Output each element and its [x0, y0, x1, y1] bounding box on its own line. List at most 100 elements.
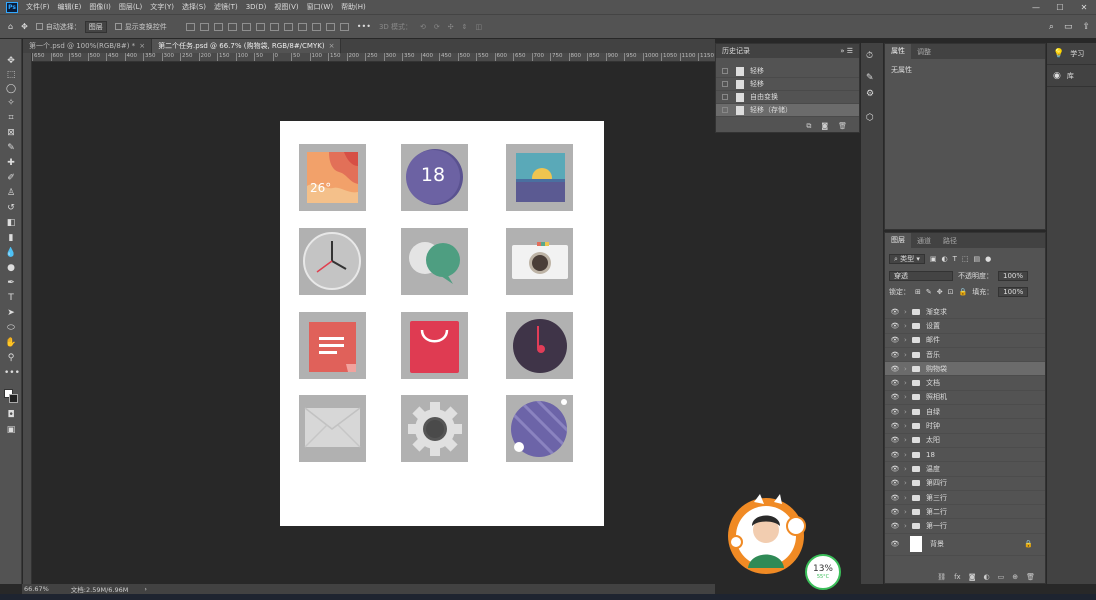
expand-arrow-icon[interactable]: ›: [904, 322, 910, 330]
3d-panel-icon[interactable]: ⬡: [866, 113, 874, 123]
tab-document-2[interactable]: 第二个任务.psd @ 66.7% (购物袋, RGB/8#/CMYK) ×: [152, 39, 342, 53]
add-mask-icon[interactable]: ◙: [969, 573, 976, 581]
snapshot-camera-icon[interactable]: ◙: [821, 122, 828, 130]
visibility-eye-icon[interactable]: 👁: [888, 336, 902, 344]
layer-group-row[interactable]: 👁 › 太阳: [885, 434, 1045, 448]
align-top-icon[interactable]: [227, 22, 237, 31]
layer-group-row[interactable]: 👁 › 温度: [885, 462, 1045, 477]
new-layer-icon[interactable]: ⊕: [1012, 573, 1018, 581]
visibility-eye-icon[interactable]: 👁: [888, 479, 902, 487]
tab-paths[interactable]: 路径: [937, 236, 963, 246]
lock-artboard-icon[interactable]: ⊡: [948, 288, 954, 296]
expand-arrow-icon[interactable]: ›: [904, 479, 910, 487]
path-selection-icon[interactable]: ➤: [4, 307, 18, 320]
history-brush-icon[interactable]: ↺: [4, 202, 18, 215]
brush-settings-icon[interactable]: ✎: [866, 73, 874, 83]
visibility-eye-icon[interactable]: 👁: [888, 365, 902, 373]
layer-group-row[interactable]: 👁 › 时钟: [885, 419, 1045, 434]
maximize-icon[interactable]: ☐: [1048, 3, 1072, 12]
tab-properties[interactable]: 属性: [885, 44, 911, 59]
more-options-icon[interactable]: •••: [357, 22, 371, 31]
mascot-avatar[interactable]: [722, 492, 810, 580]
history-item[interactable]: 自由变换: [716, 91, 859, 104]
zoom-level[interactable]: 66.67%: [24, 585, 49, 593]
cpu-meter[interactable]: 13% 55°C: [805, 554, 841, 590]
adjustments-icon[interactable]: ⚙: [866, 89, 874, 99]
distribute-v-icon[interactable]: [297, 22, 307, 31]
menu-window[interactable]: 窗口(W): [307, 2, 333, 12]
type-tool-icon[interactable]: T: [4, 292, 18, 305]
menu-layer[interactable]: 图层(L): [119, 2, 142, 12]
layer-style-icon[interactable]: fx: [954, 573, 961, 581]
share-icon[interactable]: ⇪: [1082, 22, 1090, 32]
visibility-eye-icon[interactable]: 👁: [888, 465, 902, 473]
visibility-eye-icon[interactable]: 👁: [888, 393, 902, 401]
eraser-tool-icon[interactable]: ◧: [4, 217, 18, 230]
delete-layer-icon[interactable]: 🗑: [1026, 573, 1035, 581]
history-item[interactable]: 轻移: [716, 65, 859, 78]
tab-document-1[interactable]: 第一个.psd @ 100%(RGB/8#) * ×: [23, 39, 153, 53]
minimize-icon[interactable]: —: [1024, 3, 1048, 12]
home-icon[interactable]: ⌂: [8, 22, 13, 31]
layer-group-row[interactable]: 👁 › 第四行: [885, 477, 1045, 491]
menu-edit[interactable]: 编辑(E): [58, 2, 82, 12]
document-size[interactable]: 文档:2.59M/6.96M: [71, 584, 129, 594]
distribute-y-icon[interactable]: [339, 22, 349, 31]
expand-arrow-icon[interactable]: ›: [904, 465, 910, 473]
expand-arrow-icon[interactable]: ›: [904, 393, 910, 401]
frame-tool-icon[interactable]: ⊠: [4, 127, 18, 140]
expand-arrow-icon[interactable]: ›: [904, 379, 910, 387]
edit-toolbar-icon[interactable]: •••: [4, 367, 20, 380]
hand-tool-icon[interactable]: ✋: [4, 337, 18, 350]
lasso-tool-icon[interactable]: ◯: [4, 83, 18, 96]
visibility-eye-icon[interactable]: 👁: [888, 308, 902, 316]
gradient-tool-icon[interactable]: ▮: [4, 232, 18, 245]
expand-arrow-icon[interactable]: ›: [904, 408, 910, 416]
lock-paint-icon[interactable]: ✎: [926, 288, 932, 296]
brush-tool-icon[interactable]: ✐: [4, 172, 18, 185]
status-arrow-icon[interactable]: ›: [144, 585, 147, 593]
zoom-tool-icon[interactable]: ⚲: [4, 352, 18, 365]
visibility-eye-icon[interactable]: 👁: [888, 436, 902, 444]
link-layers-icon[interactable]: ⛓: [937, 573, 946, 581]
3d-roll-icon[interactable]: ⟳: [434, 23, 440, 31]
pen-tool-icon[interactable]: ✒: [4, 277, 18, 290]
visibility-eye-icon[interactable]: 👁: [888, 422, 902, 430]
layer-group-row[interactable]: 👁 › 第三行: [885, 491, 1045, 506]
filter-shape-icon[interactable]: ⬚: [962, 255, 969, 263]
new-adjustment-icon[interactable]: ◐: [984, 573, 990, 581]
expand-arrow-icon[interactable]: ›: [904, 494, 910, 502]
layer-background[interactable]: 👁 背景 🔒: [885, 534, 1045, 556]
library-button[interactable]: ◉ 库: [1047, 65, 1096, 87]
visibility-eye-icon[interactable]: 👁: [888, 379, 902, 387]
tab-channels[interactable]: 通道: [911, 236, 937, 246]
expand-arrow-icon[interactable]: ›: [904, 308, 910, 316]
visibility-eye-icon[interactable]: 👁: [888, 508, 902, 516]
layer-group-row[interactable]: 👁 › 文档: [885, 376, 1045, 391]
auto-select-dropdown[interactable]: 图层: [84, 20, 107, 33]
close-icon[interactable]: ✕: [1072, 3, 1096, 12]
stamp-tool-icon[interactable]: ♙: [4, 187, 18, 200]
expand-arrow-icon[interactable]: ›: [904, 422, 910, 430]
menu-3d[interactable]: 3D(D): [246, 3, 267, 11]
layer-group-row[interactable]: 👁 › 购物袋: [885, 362, 1045, 377]
menu-help[interactable]: 帮助(H): [341, 2, 366, 12]
distribute-w-icon[interactable]: [311, 22, 321, 31]
lock-all-icon[interactable]: 🔒: [959, 288, 968, 296]
dodge-tool-icon[interactable]: ●: [4, 262, 18, 275]
marquee-tool-icon[interactable]: ⬚: [4, 69, 18, 82]
align-left-icon[interactable]: [185, 22, 195, 31]
menu-file[interactable]: 文件(F): [26, 2, 50, 12]
layer-group-row[interactable]: 👁 › 自绿: [885, 405, 1045, 420]
align-right-icon[interactable]: [213, 22, 223, 31]
visibility-eye-icon[interactable]: 👁: [888, 494, 902, 502]
show-transform-checkbox[interactable]: [114, 23, 122, 30]
distribute-icon[interactable]: [269, 22, 279, 31]
menu-type[interactable]: 文字(Y): [150, 2, 174, 12]
expand-arrow-icon[interactable]: ›: [904, 451, 910, 459]
lock-move-icon[interactable]: ✥: [937, 288, 943, 296]
layer-group-row[interactable]: 👁 › 设置: [885, 319, 1045, 334]
history-item-selected[interactable]: 轻移（存储）: [716, 104, 859, 117]
menu-image[interactable]: 图像(I): [89, 2, 111, 12]
new-document-from-state-icon[interactable]: ⧉: [806, 122, 811, 131]
